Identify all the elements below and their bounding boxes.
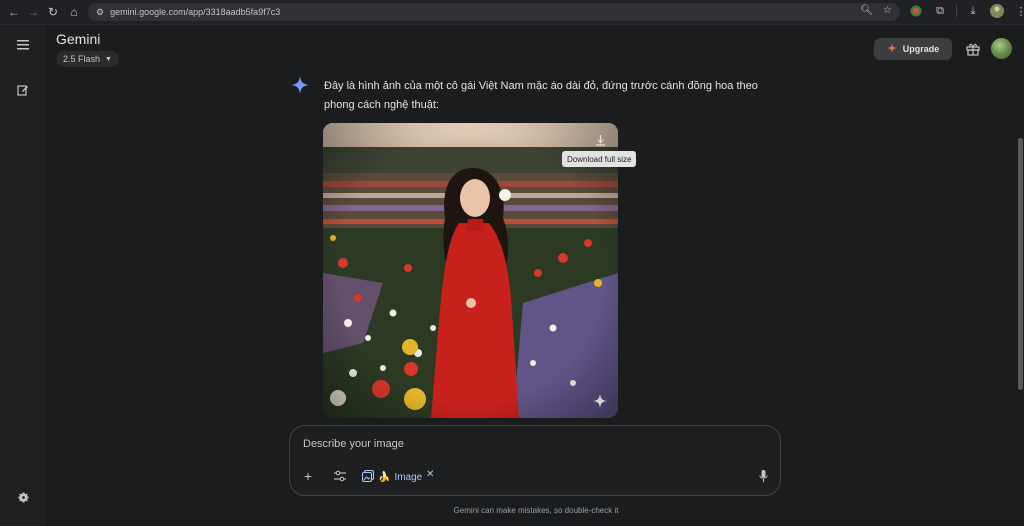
settings-gear-icon[interactable]: [13, 487, 33, 507]
generated-image[interactable]: [323, 123, 618, 418]
chevron-down-icon: ▼: [105, 55, 112, 63]
add-icon[interactable]: +: [301, 468, 315, 484]
close-icon[interactable]: ✕: [426, 469, 434, 480]
url-text: gemini.google.com/app/3318aadb5fa9f7c3: [110, 7, 281, 17]
upgrade-label: Upgrade: [902, 44, 940, 54]
site-settings-icon[interactable]: ⚙: [96, 7, 104, 18]
tools-sliders-icon[interactable]: [333, 469, 347, 483]
profile-avatar-icon[interactable]: [989, 3, 1005, 19]
address-bar[interactable]: ⚙ gemini.google.com/app/3318aadb5fa9f7c3…: [88, 3, 900, 21]
download-tooltip: Download full size: [562, 151, 637, 167]
model-selector[interactable]: 2.5 Flash ▼: [56, 51, 119, 67]
scrollbar-thumb[interactable]: [1018, 138, 1023, 390]
zoom-icon[interactable]: 🔍︎: [860, 5, 873, 16]
reload-icon[interactable]: ↻: [42, 1, 64, 23]
app-title: Gemini: [56, 31, 101, 47]
download-icon[interactable]: [590, 130, 610, 150]
upgrade-button[interactable]: Upgrade: [874, 38, 952, 60]
gemini-sparkle-icon: [291, 76, 309, 94]
disclaimer-text: Gemini can make mistakes, so double-chec…: [453, 506, 619, 515]
download-icon[interactable]: ⤓: [965, 3, 981, 19]
side-rail: [0, 25, 46, 526]
more-menu-icon[interactable]: ⋮: [1013, 3, 1024, 19]
gemini-watermark-icon: [593, 394, 607, 411]
user-avatar[interactable]: [991, 38, 1012, 59]
image-chip-label: Image: [394, 471, 423, 483]
sparkle-icon: [886, 43, 897, 55]
model-label: 2.5 Flash: [63, 54, 101, 64]
image-gallery-icon: [361, 469, 375, 485]
separator: [956, 5, 957, 17]
image-tool-chip[interactable]: 🍌 Image: [361, 468, 423, 486]
extensions-puzzle-icon[interactable]: ⧉: [932, 3, 948, 19]
bookmark-star-icon[interactable]: ☆: [883, 5, 892, 16]
gift-box-icon[interactable]: [964, 40, 982, 58]
banana-icon: 🍌: [378, 471, 391, 483]
extension-record-icon[interactable]: [908, 3, 924, 19]
new-chat-icon[interactable]: [13, 80, 33, 100]
browser-toolbar: ← → ↻ ⌂ ⚙ gemini.google.com/app/3318aadb…: [0, 0, 1024, 25]
microphone-icon[interactable]: [756, 469, 770, 483]
home-icon[interactable]: ⌂: [63, 1, 85, 23]
forward-icon[interactable]: →: [22, 1, 44, 23]
prompt-input[interactable]: Describe your image: [303, 438, 404, 450]
menu-icon[interactable]: [13, 35, 33, 55]
response-text: Đây là hình ảnh của một cô gái Việt Nam …: [324, 80, 758, 111]
disclaimer-row: Gemini can make mistakes, so double-chec…: [0, 506, 1024, 515]
